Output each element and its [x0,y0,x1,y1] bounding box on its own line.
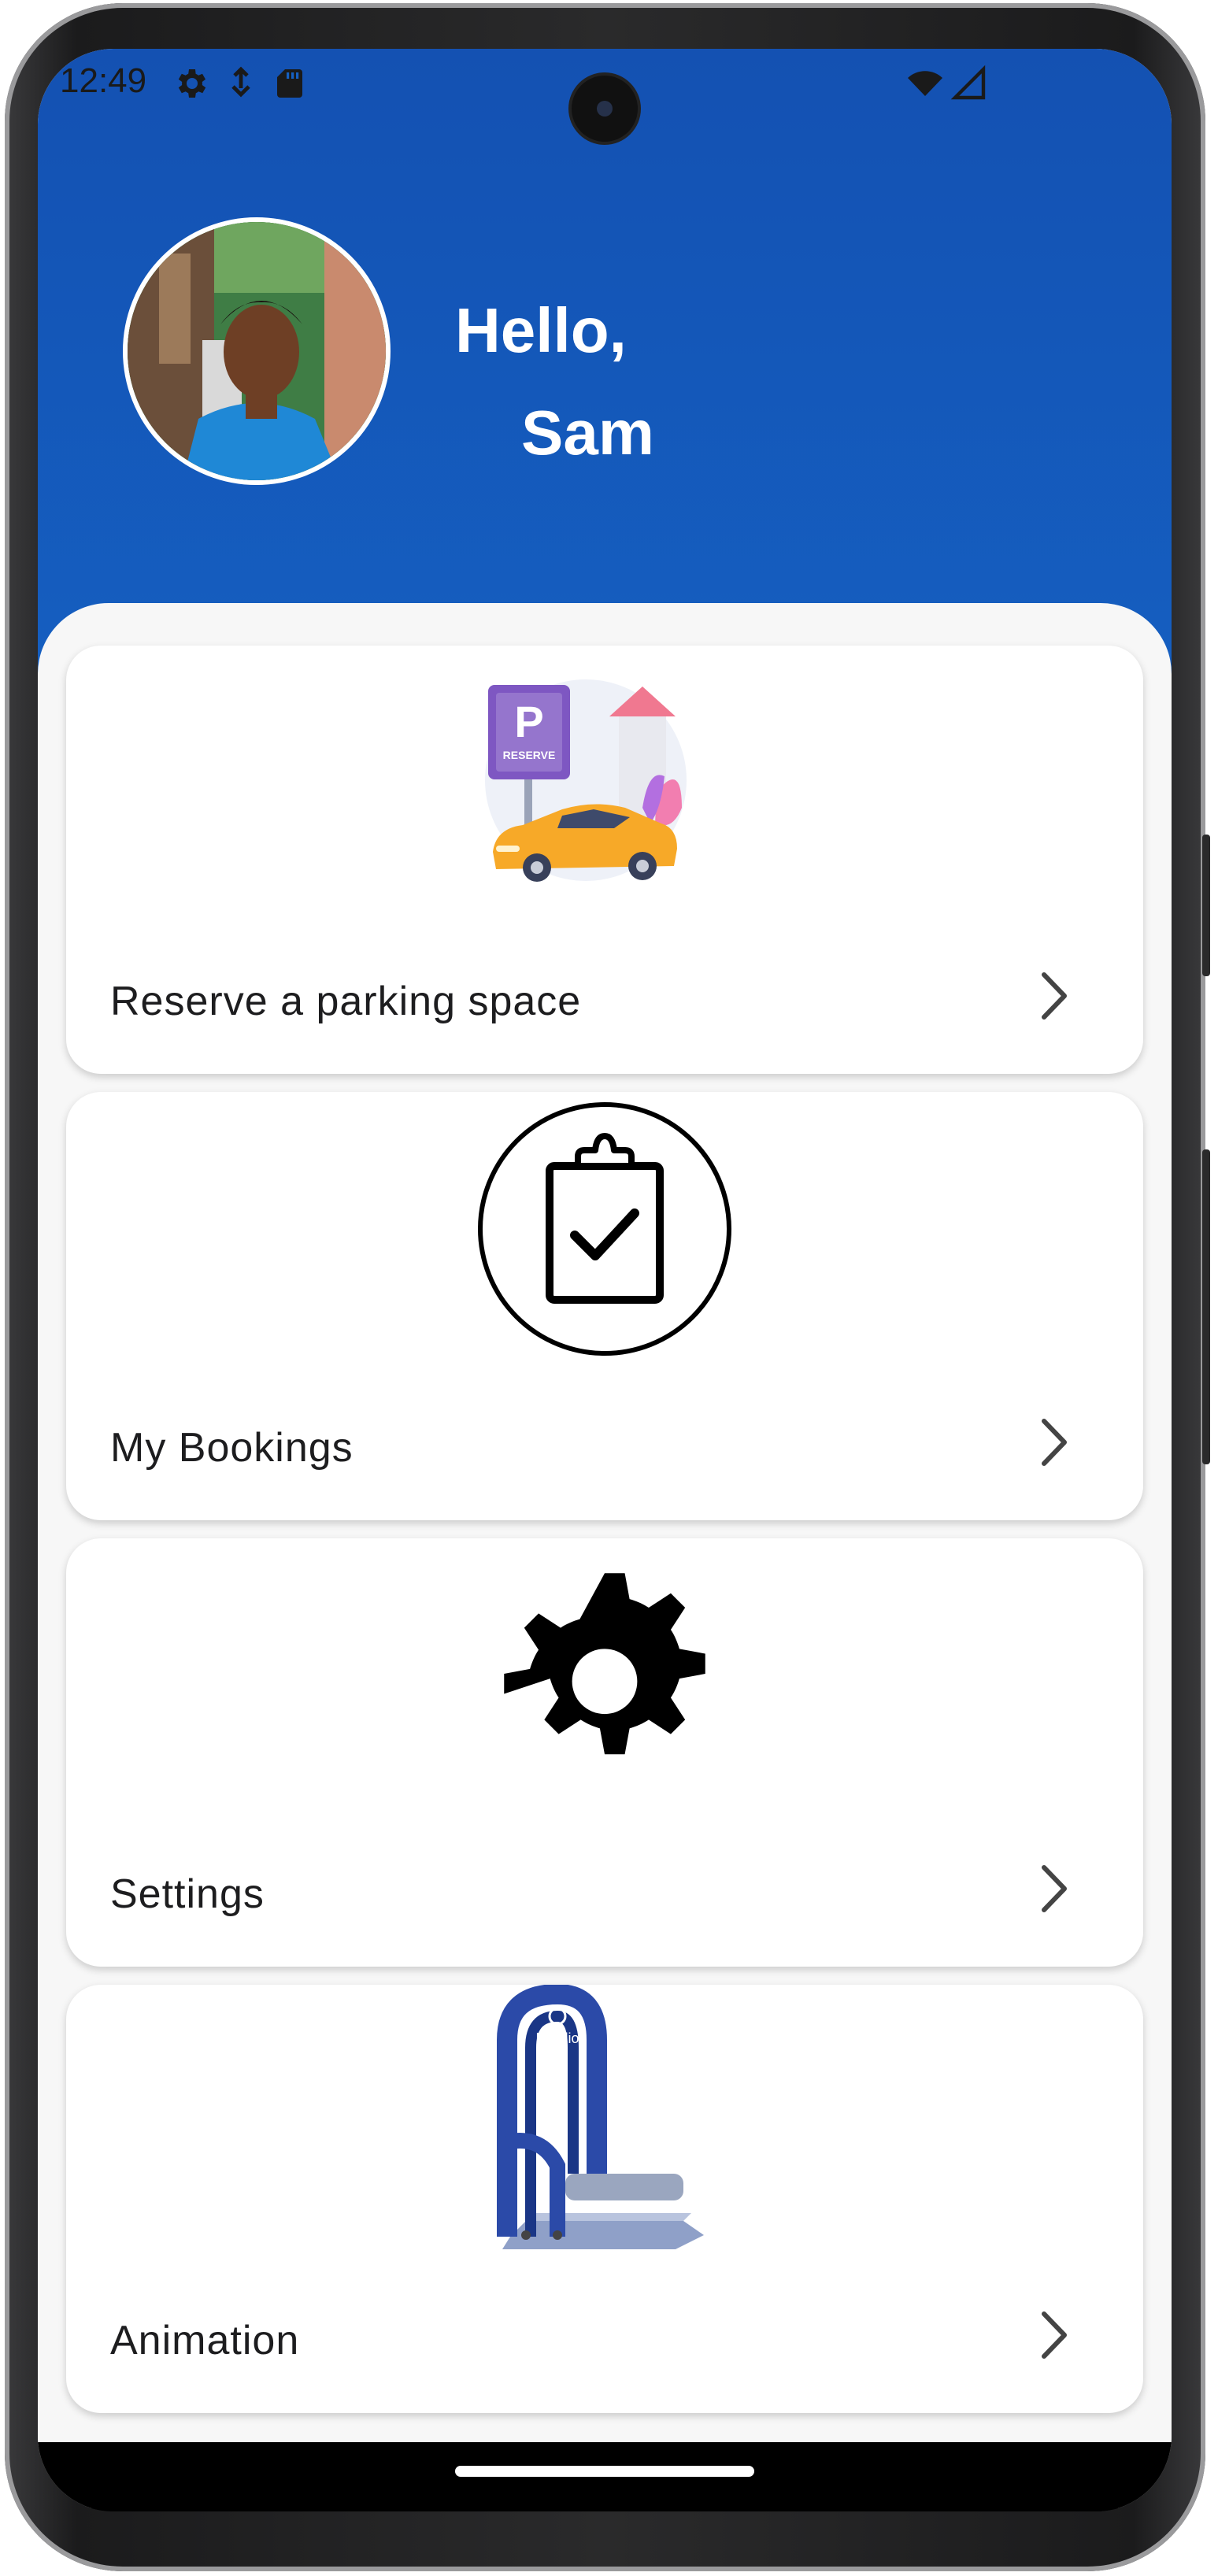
chevron-right-icon[interactable] [1035,1415,1074,1470]
status-time: 12:49 [60,61,147,100]
gear-icon [178,69,206,98]
sd-card-icon [277,69,302,98]
menu-card-bookings[interactable]: My Bookings [66,1092,1143,1520]
svg-text:RESERVE: RESERVE [503,749,556,761]
volume-button [1202,835,1210,976]
svg-text:Parklio: Parklio [535,2030,579,2046]
signal-icon [950,65,986,100]
power-button [1202,1149,1210,1464]
parking-reserve-illustration: P RESERVE [485,679,687,882]
chevron-right-icon[interactable] [1035,968,1074,1023]
menu-card-label: My Bookings [110,1425,354,1471]
gear-icon [504,1573,705,1755]
screen: 12:49 Hello, Sam P RESERVE Reserve a par… [38,49,1172,2511]
home-indicator[interactable] [455,2466,754,2477]
navigation-bar [38,2442,1172,2511]
wifi-icon [908,71,942,96]
front-camera [572,76,638,142]
menu-card-settings[interactable]: Settings [66,1538,1143,1967]
clipboard-check-icon [478,1102,731,1356]
menu-card-label: Settings [110,1871,265,1917]
greeting-name: Sam [521,398,654,468]
menu-card-animation[interactable]: Parklio Animation [66,1985,1143,2413]
menu-card-label: Animation [110,2318,300,2363]
usb-debug-icon [231,66,250,98]
avatar[interactable] [123,217,391,485]
chevron-right-icon[interactable] [1035,2308,1074,2363]
svg-text:P: P [514,697,543,746]
parking-barrier-illustration: Parklio [497,1985,704,2249]
chevron-right-icon[interactable] [1035,1861,1074,1916]
menu-card-label: Reserve a parking space [110,979,582,1024]
greeting-hello: Hello, [455,295,627,365]
menu-card-reserve[interactable]: P RESERVE Reserve a parking space [66,646,1143,1074]
menu-panel: P RESERVE Reserve a parking space My Boo… [38,603,1172,2508]
profile-photo [128,222,386,480]
